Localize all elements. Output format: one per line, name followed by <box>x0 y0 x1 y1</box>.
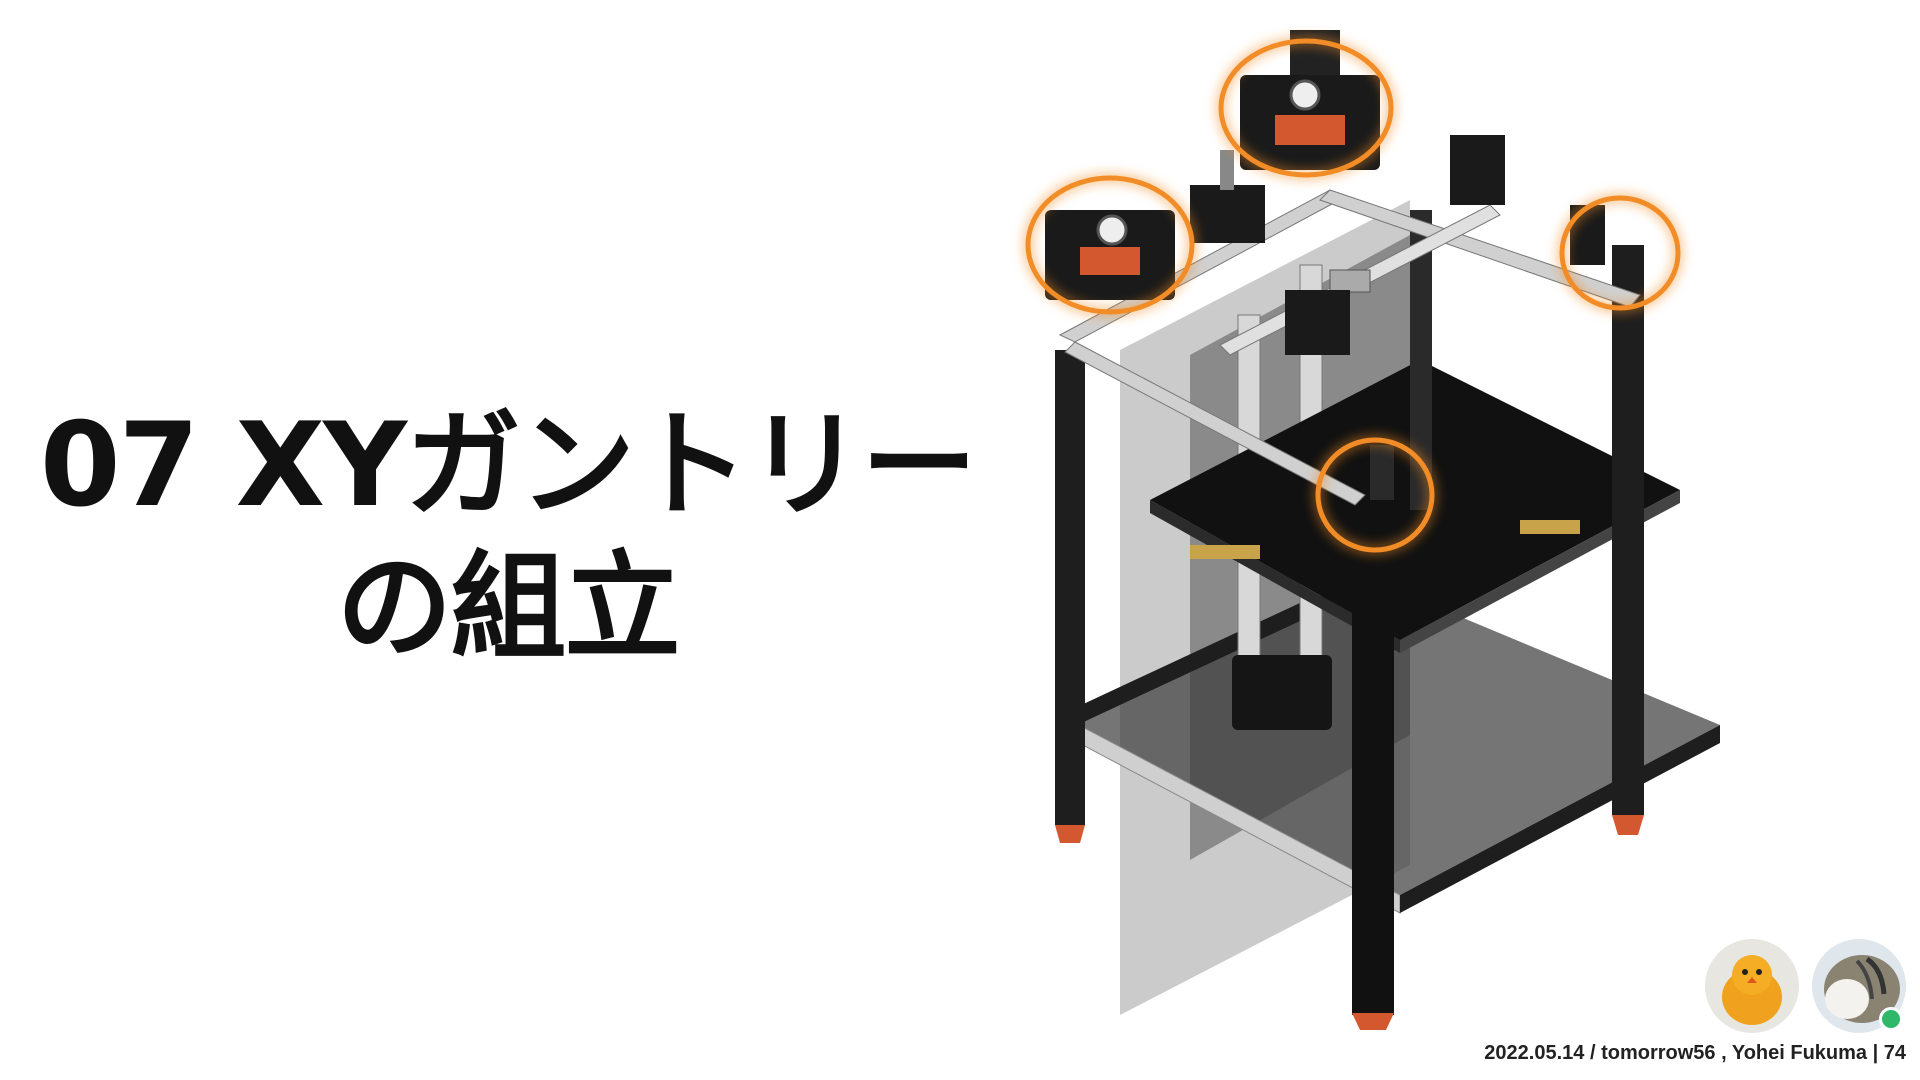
online-status-dot <box>1879 1007 1903 1031</box>
slide-footer: 2022.05.14 / tomorrow56 , Yohei Fukuma |… <box>1484 1042 1906 1064</box>
slide: 07 XYガントリー の組立 2022.05.14 / tomorrow56 ,… <box>0 0 1920 1080</box>
printer-3d-illustration <box>1025 30 1720 1030</box>
z-motor <box>1232 655 1332 730</box>
presenter-avatar-1 <box>1705 939 1799 1033</box>
slide-title: 07 XYガントリー の組立 <box>0 395 1015 679</box>
title-line-1: 07 XYガントリー <box>39 398 977 533</box>
title-line-2: の組立 <box>336 540 681 675</box>
chick-avatar-icon <box>1705 939 1799 1033</box>
